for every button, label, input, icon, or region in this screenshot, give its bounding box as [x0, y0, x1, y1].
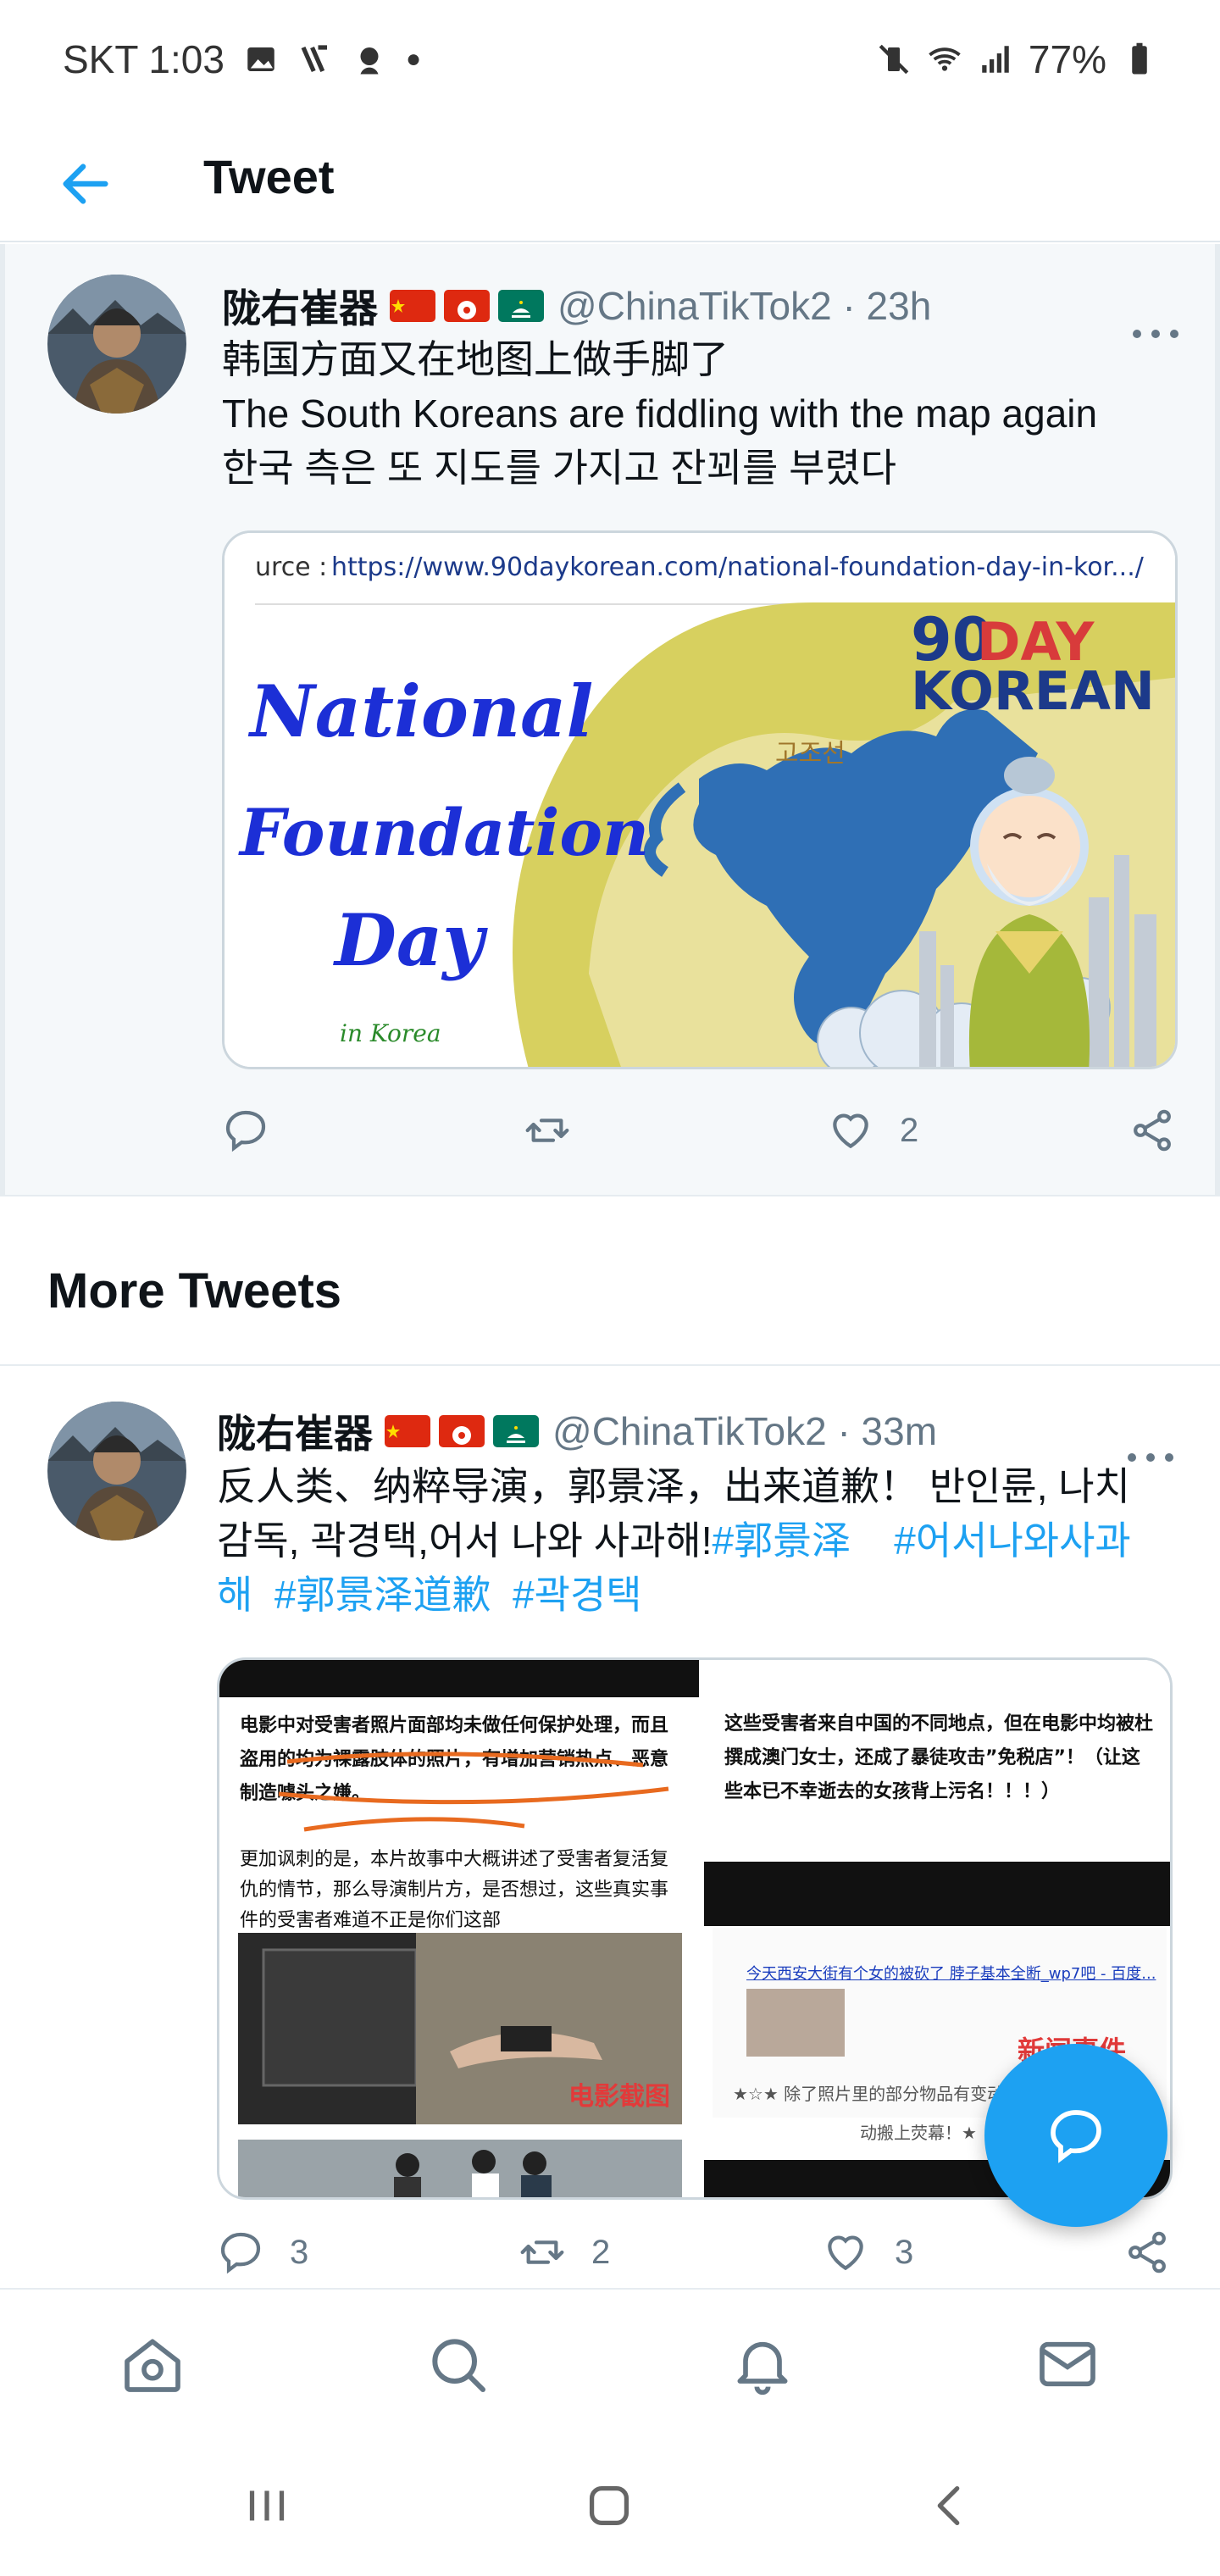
retweet-count: 2	[591, 2233, 611, 2271]
tweet-text: 反人类、纳粹导演，郭景泽，出来道歉！ 반인륜, 나치 감독, 곽경택,어서 나와…	[217, 1459, 1191, 1622]
search-result-link: 今天西安大街有个女的被砍了 脖子基本全断_wp7吧 - 百度...	[746, 1965, 1156, 1983]
author-handle-time[interactable]: @ChinaTikTok2 · 33m	[552, 1408, 937, 1454]
tweet-text-line: 한국 측은 또 지도를 가지고 잔꾀를 부렸다	[222, 446, 897, 490]
like-count: 2	[900, 1111, 919, 1149]
tweet-text-line: 韩国方面又在地图上做手脚了	[222, 337, 729, 381]
movie-screenshot-stamp: 电影截图	[568, 2082, 670, 2112]
retweet-button[interactable]: 2	[518, 2229, 610, 2276]
tweet-text: 韩国方面又在地图上做手脚了 The South Koreans are fidd…	[222, 332, 1188, 495]
app-logo-icon	[360, 47, 379, 75]
tweet-header: 陇右崔器 @ChinaTikTok2 · 33m	[217, 1403, 937, 1459]
media-left-pane: 电影中对受害者照片面部均未做任何保护处理，而且盗用的均为裸露肢体的照片，有增加营…	[219, 1660, 699, 2197]
hashtag-link[interactable]: #곽경택	[513, 1573, 642, 1617]
tweet-header: 陇右崔器 @ChinaTikTok2 · 23h	[222, 278, 931, 334]
media-source-prefix: urce :	[255, 552, 327, 582]
author-name[interactable]: 陇右崔器	[222, 278, 378, 334]
tweet-text-segment: 감독, 곽경택,어서 나와 사과해!	[217, 1518, 713, 1563]
retweet-icon	[520, 2240, 564, 2264]
author-handle-time[interactable]: @ChinaTikTok2 · 23h	[557, 283, 931, 329]
status-bar: SKT 1:03 ● 77%	[0, 0, 1220, 119]
retweet-icon	[525, 1119, 569, 1142]
macau-flag-icon	[493, 1415, 539, 1447]
more-tweets-title: More Tweets	[47, 1263, 342, 1319]
hashtag-link-continued[interactable]: 해	[217, 1573, 252, 1617]
share-icon	[1128, 2231, 1166, 2273]
back-button-icon[interactable]	[920, 2476, 979, 2535]
notifications-bell-icon[interactable]	[729, 2330, 796, 2398]
bottom-navigation	[0, 2288, 1220, 2432]
national-foundation-day-graphic: National Foundation Day in Korea 고조선 90 …	[225, 533, 1175, 1067]
battery-percent: 77%	[1028, 37, 1106, 81]
share-button[interactable]	[1123, 2229, 1171, 2276]
reply-count: 3	[290, 2233, 309, 2271]
tweet-media-image[interactable]: National Foundation Day in Korea 고조선 90 …	[222, 530, 1178, 1069]
recent-apps-icon[interactable]	[237, 2476, 297, 2535]
retweet-button[interactable]	[524, 1107, 571, 1154]
status-carrier-time: SKT 1:03	[63, 37, 225, 81]
china-flag-icon	[390, 290, 435, 322]
macau-flag-icon	[498, 290, 544, 322]
note-line-2: 动搬上荧幕！★	[860, 2123, 977, 2143]
wifi-icon	[929, 47, 961, 71]
reply-button[interactable]	[222, 1107, 269, 1154]
map-label: 고조선	[775, 739, 846, 769]
warrior-avatar-image	[47, 275, 186, 414]
avatar[interactable]	[47, 1402, 186, 1541]
top-app-bar: Tweet	[0, 119, 1220, 242]
back-arrow-icon[interactable]	[56, 154, 115, 214]
reply-fab-button[interactable]	[984, 2044, 1167, 2227]
media-source-url: https://www.90daykorean.com/national-fou…	[331, 552, 1145, 582]
mute-vibrate-icon	[879, 44, 909, 75]
media-left-paragraph-2: 更加讽刺的是，本片故事中大概讲述了受害者复活复仇的情节，那么导演制片方，是否想过…	[240, 1849, 669, 1931]
more-notifications-dot: ●	[405, 45, 422, 73]
note-line: ★☆★ 除了照片里的部分物品有变动	[733, 2084, 1005, 2104]
news-photo	[238, 2140, 682, 2197]
hashtag-link[interactable]: #郭景泽	[713, 1518, 851, 1563]
search-icon[interactable]	[424, 2330, 491, 2398]
media-title-2: Foundation	[238, 795, 649, 870]
signal-icon	[982, 46, 1009, 73]
hashtag-link[interactable]: #郭景泽道歉	[274, 1573, 491, 1617]
system-navigation-bar	[0, 2432, 1220, 2576]
main-tweet[interactable]: 陇右崔器 @ChinaTikTok2 · 23h 韩国方面又在地图上做手脚了 T…	[0, 244, 1220, 1195]
heart-icon	[828, 2235, 863, 2271]
movie-screenshot: 电影截图	[238, 1933, 682, 2124]
media-title-3: Day	[333, 898, 488, 982]
battery-icon	[1132, 42, 1147, 75]
like-count: 3	[895, 2233, 914, 2271]
like-button[interactable]: 2	[827, 1107, 918, 1154]
orange-scribble	[278, 1752, 669, 1832]
hong-kong-flag-icon	[444, 290, 490, 322]
home-button-icon[interactable]	[580, 2476, 639, 2535]
reply-bubble-icon	[1051, 2110, 1101, 2163]
avatar[interactable]	[47, 275, 186, 414]
brand-korean: KOREAN	[911, 660, 1155, 722]
tweet-text-line: The South Koreans are fiddling with the …	[222, 391, 1098, 436]
more-tweets-header: More Tweets	[0, 1229, 1220, 1366]
tweet-text-line: 反人类、纳粹导演，郭景泽，出来道歉！ 반인륜, 나치	[217, 1464, 1130, 1508]
like-button[interactable]: 3	[822, 2229, 913, 2276]
home-icon[interactable]	[119, 2330, 186, 2398]
reply-icon	[220, 2232, 261, 2274]
hashtag-link[interactable]: #어서나와사과	[894, 1518, 1131, 1563]
page-title: Tweet	[203, 150, 335, 203]
share-button[interactable]	[1128, 1107, 1176, 1154]
media-subtitle: in Korea	[340, 1019, 441, 1047]
section-divider	[0, 1195, 1220, 1229]
gallery-icon	[247, 47, 274, 71]
app-notification-icon	[301, 45, 327, 73]
reply-button[interactable]: 3	[217, 2229, 308, 2276]
media-right-paragraph: 这些受害者来自中国的不同地点，但在电影中均被杜撰成澳门女士，还成了暴徒攻击”免税…	[724, 1713, 1154, 1802]
messages-mail-icon[interactable]	[1034, 2330, 1101, 2398]
share-icon	[1134, 1109, 1171, 1152]
warrior-avatar-image	[47, 1402, 186, 1541]
china-flag-icon	[385, 1415, 430, 1447]
hong-kong-flag-icon	[439, 1415, 485, 1447]
author-name[interactable]: 陇右崔器	[217, 1403, 373, 1459]
reply-icon	[225, 1110, 266, 1152]
heart-icon	[833, 1113, 868, 1149]
media-title-1: National	[247, 669, 593, 753]
